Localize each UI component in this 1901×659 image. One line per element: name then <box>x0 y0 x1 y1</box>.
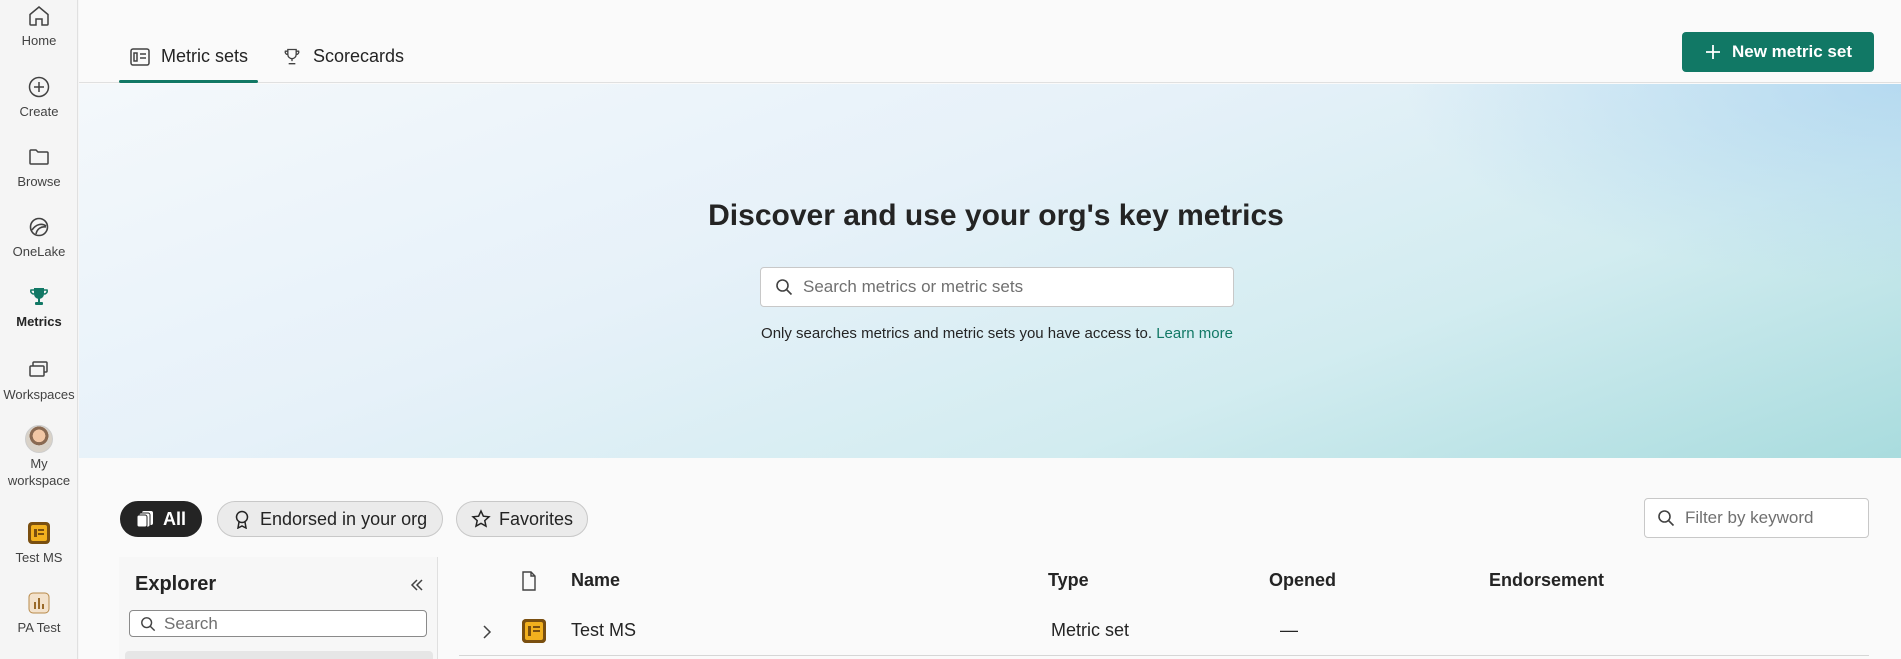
rail-item-metrics[interactable]: Metrics <box>0 283 78 330</box>
stack-icon <box>136 511 153 528</box>
top-bar: Metric sets Scorecards New metric set <box>79 0 1901 83</box>
home-icon <box>25 2 53 30</box>
ribbon-icon <box>235 510 249 529</box>
chip-label: Favorites <box>498 508 573 529</box>
file-type-icon <box>522 571 536 591</box>
rail-item-label: Home <box>21 33 57 48</box>
new-metric-set-button[interactable]: New metric set <box>1682 32 1874 72</box>
report-icon <box>25 589 53 617</box>
chip-label: All <box>163 508 187 529</box>
rail-item-pa-test[interactable]: PA Test <box>0 589 78 636</box>
rail-item-home[interactable]: Home <box>0 2 78 49</box>
explorer-selected-item[interactable] <box>125 651 433 659</box>
explorer-title: Explorer <box>135 573 217 595</box>
metric-sets-table: Name Type Opened Endorsement Test MS Met… <box>459 557 1869 659</box>
column-header-type[interactable]: Type <box>1048 570 1089 591</box>
row-opened: — <box>1280 620 1298 640</box>
row-name[interactable]: Test MS <box>571 620 636 641</box>
row-type: Metric set <box>1051 620 1130 640</box>
filter-keyword-input[interactable] <box>1685 508 1865 528</box>
metrics-search-box[interactable] <box>760 267 1234 307</box>
plus-circle-icon <box>25 73 53 101</box>
rail-item-workspaces[interactable]: Workspaces <box>0 356 78 403</box>
search-icon <box>776 279 793 296</box>
double-chevron-left-icon <box>410 579 423 591</box>
metric-set-tab-icon <box>129 46 151 68</box>
metric-set-icon <box>25 519 53 547</box>
search-note: Only searches metrics and metric sets yo… <box>79 325 1901 342</box>
onelake-icon <box>25 213 53 241</box>
explorer-search-input[interactable] <box>164 613 414 634</box>
new-metric-set-label: New metric set <box>1732 42 1852 61</box>
filter-by-keyword-box[interactable] <box>1644 498 1869 538</box>
tab-label: Scorecards <box>313 46 405 66</box>
folder-icon <box>25 143 53 171</box>
metrics-search-input[interactable] <box>803 277 1223 297</box>
rail-item-create[interactable]: Create <box>0 73 78 120</box>
rail-item-label: Workspaces <box>3 387 75 402</box>
chip-endorsed[interactable]: Endorsed in your org <box>217 501 443 537</box>
main-content: Metric sets Scorecards New metric set Di… <box>79 0 1901 659</box>
rail-item-label: My workspace <box>7 456 71 488</box>
rail-item-label: Browse <box>17 174 61 189</box>
search-icon <box>141 616 156 631</box>
left-nav-rail: Home Create Browse OneLake Metrics Works… <box>0 0 78 659</box>
chip-label: Endorsed in your org <box>260 508 428 529</box>
chip-all[interactable]: All <box>120 501 202 537</box>
collapse-explorer-button[interactable] <box>407 575 427 595</box>
tab-scorecards[interactable]: Scorecards <box>271 34 414 82</box>
explorer-search-box[interactable] <box>129 610 427 637</box>
metric-set-icon <box>522 619 546 643</box>
search-icon <box>1658 510 1675 527</box>
hero-title: Discover and use your org's key metrics <box>708 199 1284 232</box>
rail-item-my-workspace[interactable]: My workspace <box>0 425 78 489</box>
rail-item-label: Create <box>19 104 59 119</box>
workspaces-icon <box>25 356 53 384</box>
chevron-right-icon[interactable] <box>479 623 495 641</box>
plus-icon <box>1706 45 1720 59</box>
rail-item-label: Metrics <box>16 314 62 329</box>
trophy-outline-icon <box>281 46 303 68</box>
column-header-name[interactable]: Name <box>571 570 620 591</box>
column-header-endorsement[interactable]: Endorsement <box>1489 570 1604 591</box>
avatar <box>25 425 53 453</box>
rail-item-onelake[interactable]: OneLake <box>0 213 78 260</box>
tab-metric-sets[interactable]: Metric sets <box>119 34 259 83</box>
search-note-text: Only searches metrics and metric sets yo… <box>761 325 1153 342</box>
chip-favorites[interactable]: Favorites <box>456 501 588 537</box>
column-header-opened[interactable]: Opened <box>1269 570 1336 591</box>
rail-item-test-ms[interactable]: Test MS <box>0 519 78 566</box>
rail-item-label: PA Test <box>17 620 61 635</box>
rail-item-browse[interactable]: Browse <box>0 143 78 190</box>
learn-more-link[interactable]: Learn more <box>1156 325 1233 342</box>
rail-item-label: OneLake <box>12 244 66 259</box>
trophy-icon <box>25 283 53 311</box>
explorer-panel: Explorer <box>119 557 438 659</box>
table-row[interactable]: Test MS Metric set — <box>459 609 1869 656</box>
rail-item-label: Test MS <box>15 550 63 565</box>
star-icon <box>471 509 491 528</box>
hero-banner: Discover and use your org's key metrics … <box>79 84 1901 458</box>
tab-label: Metric sets <box>161 46 249 66</box>
